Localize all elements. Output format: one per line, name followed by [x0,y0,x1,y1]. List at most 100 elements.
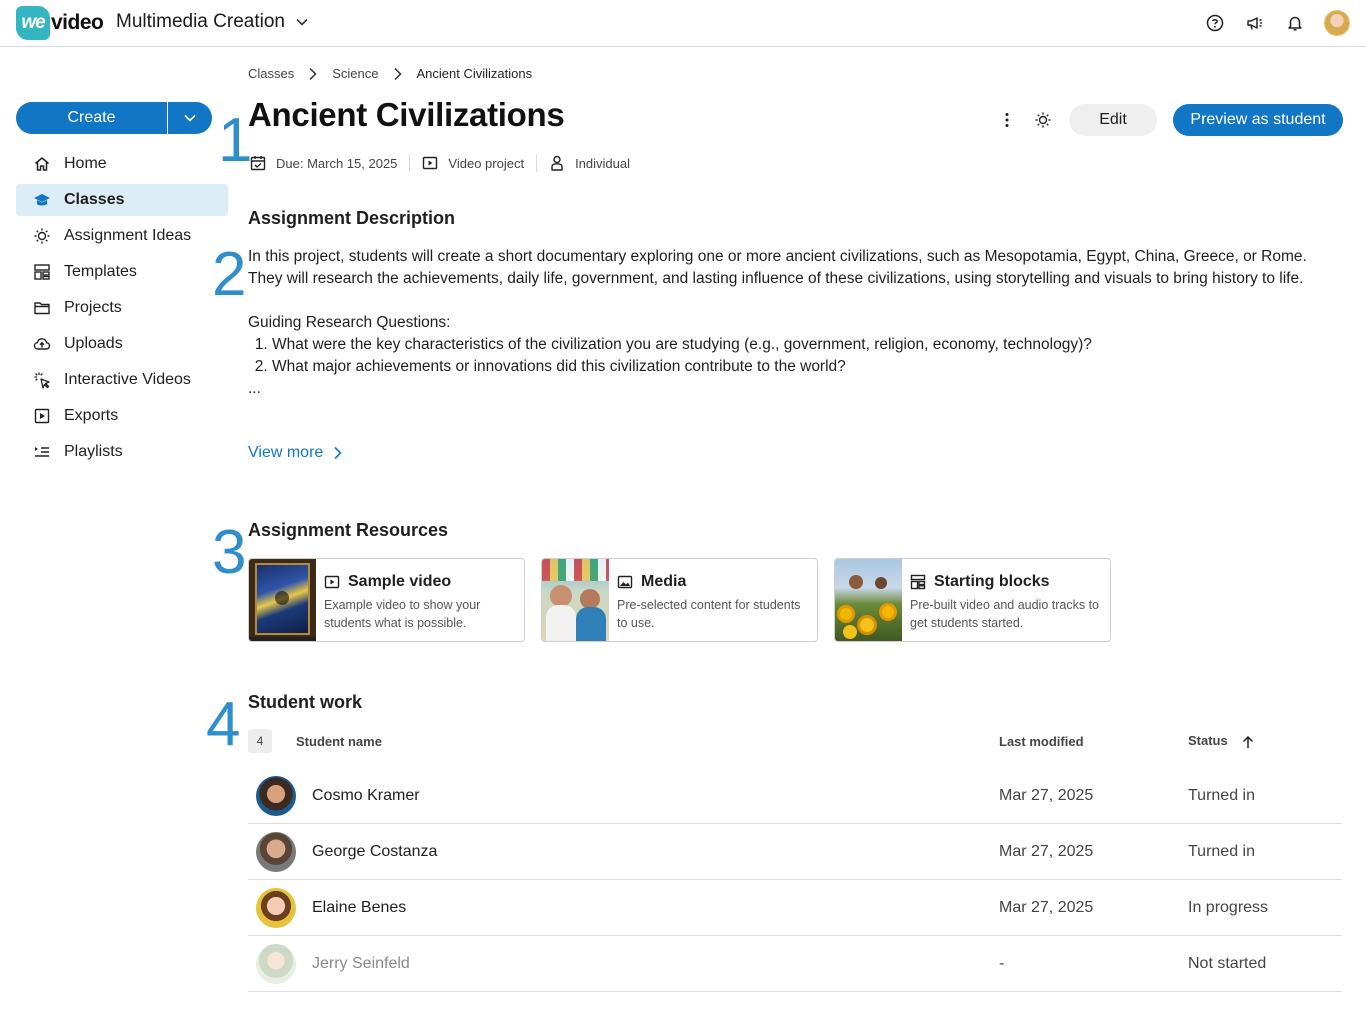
user-avatar[interactable] [1324,10,1350,36]
sidebar-item-label: Home [64,155,107,172]
title-actions: Edit Preview as student [993,104,1343,136]
project-type-text: Video project [448,155,525,171]
last-modified: Mar 27, 2025 [999,843,1094,860]
table-row[interactable]: Jerry Seinfeld - Not started [248,936,1342,992]
view-more-label: View more [248,444,324,461]
sidebar-item-label: Uploads [64,335,123,352]
sidebar-item-uploads[interactable]: Uploads [16,328,228,360]
sidebar-item-templates[interactable]: Templates [16,256,228,288]
step-number-4: 4 [206,690,241,759]
sidebar-item-home[interactable]: Home [16,148,228,180]
top-bar: we video Multimedia Creation [0,0,1366,47]
home-icon [32,154,52,174]
sidebar-item-label: Exports [64,407,119,424]
project-type: Video project [422,155,524,171]
questions-list: What were the key characteristics of the… [272,334,1338,378]
resource-card-sample-video[interactable]: Sample video Example video to show your … [248,558,525,642]
workspace-name: Multimedia Creation [116,11,285,32]
breadcrumb-current: Ancient Civilizations [416,66,533,81]
announcement-icon[interactable] [1244,12,1266,34]
create-button[interactable]: Create [16,102,167,134]
breadcrumb-science[interactable]: Science [332,66,378,81]
student-name: Elaine Benes [312,899,407,916]
sidebar-item-assignment-ideas[interactable]: Assignment Ideas [16,220,228,252]
step-number-2: 2 [212,240,247,309]
sidebar-nav: Home Classes Assignment Ideas Templates … [16,148,228,472]
lightbulb-icon[interactable] [1029,104,1057,136]
blocks-icon [910,574,926,590]
resource-desc: Pre-selected content for students to use… [617,598,801,630]
sidebar-item-interactive-videos[interactable]: Interactive Videos [16,364,228,396]
assignment-mode-text: Individual [575,155,630,171]
assignment-meta: Due: March 15, 2025 Video project Indivi… [250,154,630,172]
sort-ascending-icon[interactable] [1241,735,1255,749]
lightbulb-icon [32,226,52,246]
resource-title: Sample video [324,571,514,593]
upload-icon [32,334,52,354]
chevron-right-icon [393,67,403,81]
divider [409,154,411,172]
logo-badge: we [16,6,50,40]
resources-heading: Assignment Resources [248,520,449,540]
bell-icon[interactable] [1284,12,1306,34]
avatar [256,944,296,984]
create-dropdown-button[interactable] [168,102,212,134]
col-student-name[interactable]: Student name [296,734,382,749]
description-paragraph: In this project, students will create a … [248,248,1307,287]
divider [536,154,538,172]
sidebar-item-projects[interactable]: Projects [16,292,228,324]
breadcrumb: Classes Science Ancient Civilizations [248,66,532,81]
student-count-badge: 4 [248,729,272,753]
sidebar-item-label: Playlists [64,443,123,460]
edit-button[interactable]: Edit [1069,104,1157,136]
person-icon [551,155,563,171]
wevideo-logo[interactable]: we video [16,6,104,40]
export-icon [32,406,52,426]
question-item: What major achievements or innovations d… [272,356,1338,378]
video-icon [423,156,438,170]
logo-text: video [51,11,104,34]
workspace-switcher[interactable]: Multimedia Creation [116,11,309,33]
resource-title: Starting blocks [910,571,1100,593]
sidebar-item-label: Assignment Ideas [64,227,192,244]
view-more-link[interactable]: View more [248,444,343,462]
table-row[interactable]: Cosmo Kramer Mar 27, 2025 Turned in [248,768,1342,824]
chevron-down-icon [296,18,308,26]
status: Turned in [1188,787,1255,804]
col-status-label: Status [1188,733,1228,748]
sidebar-item-label: Interactive Videos [64,371,191,388]
starting-blocks-thumbnail [835,559,902,641]
student-name: Jerry Seinfeld [312,955,410,972]
classes-icon [32,190,52,210]
table-row[interactable]: George Costanza Mar 27, 2025 Turned in [248,824,1342,880]
help-icon[interactable] [1204,12,1226,34]
sidebar-item-label: Templates [64,263,137,280]
more-options-icon[interactable] [993,104,1021,136]
sidebar-item-label: Classes [64,191,125,208]
col-status[interactable]: Status [1188,733,1255,749]
table-row[interactable]: Elaine Benes Mar 27, 2025 In progress [248,880,1342,936]
resource-title-text: Starting blocks [934,573,1050,590]
resource-card-media[interactable]: Media Pre-selected content for students … [541,558,818,642]
status: Turned in [1188,843,1255,860]
resource-card-starting-blocks[interactable]: Starting blocks Pre-built video and audi… [834,558,1111,642]
sidebar-item-playlists[interactable]: Playlists [16,436,228,468]
last-modified: Mar 27, 2025 [999,899,1094,916]
create-button-group: Create [16,102,212,134]
assignment-mode: Individual [549,155,630,171]
sidebar-item-exports[interactable]: Exports [16,400,228,432]
resource-desc: Pre-built video and audio tracks to get … [910,598,1099,630]
student-name: George Costanza [312,843,438,860]
sidebar-item-classes[interactable]: Classes [16,184,228,216]
image-icon [617,575,633,589]
preview-as-student-button[interactable]: Preview as student [1173,104,1343,136]
description-ellipsis: ... [248,380,261,397]
breadcrumb-classes[interactable]: Classes [248,66,294,81]
playlist-icon [32,442,52,462]
col-last-modified[interactable]: Last modified [999,734,1084,749]
resource-title-text: Media [641,573,687,590]
question-item: What were the key characteristics of the… [272,334,1338,356]
due-date-text: Due: March 15, 2025 [276,155,398,171]
sample-video-thumbnail [249,559,316,641]
avatar [256,832,296,872]
